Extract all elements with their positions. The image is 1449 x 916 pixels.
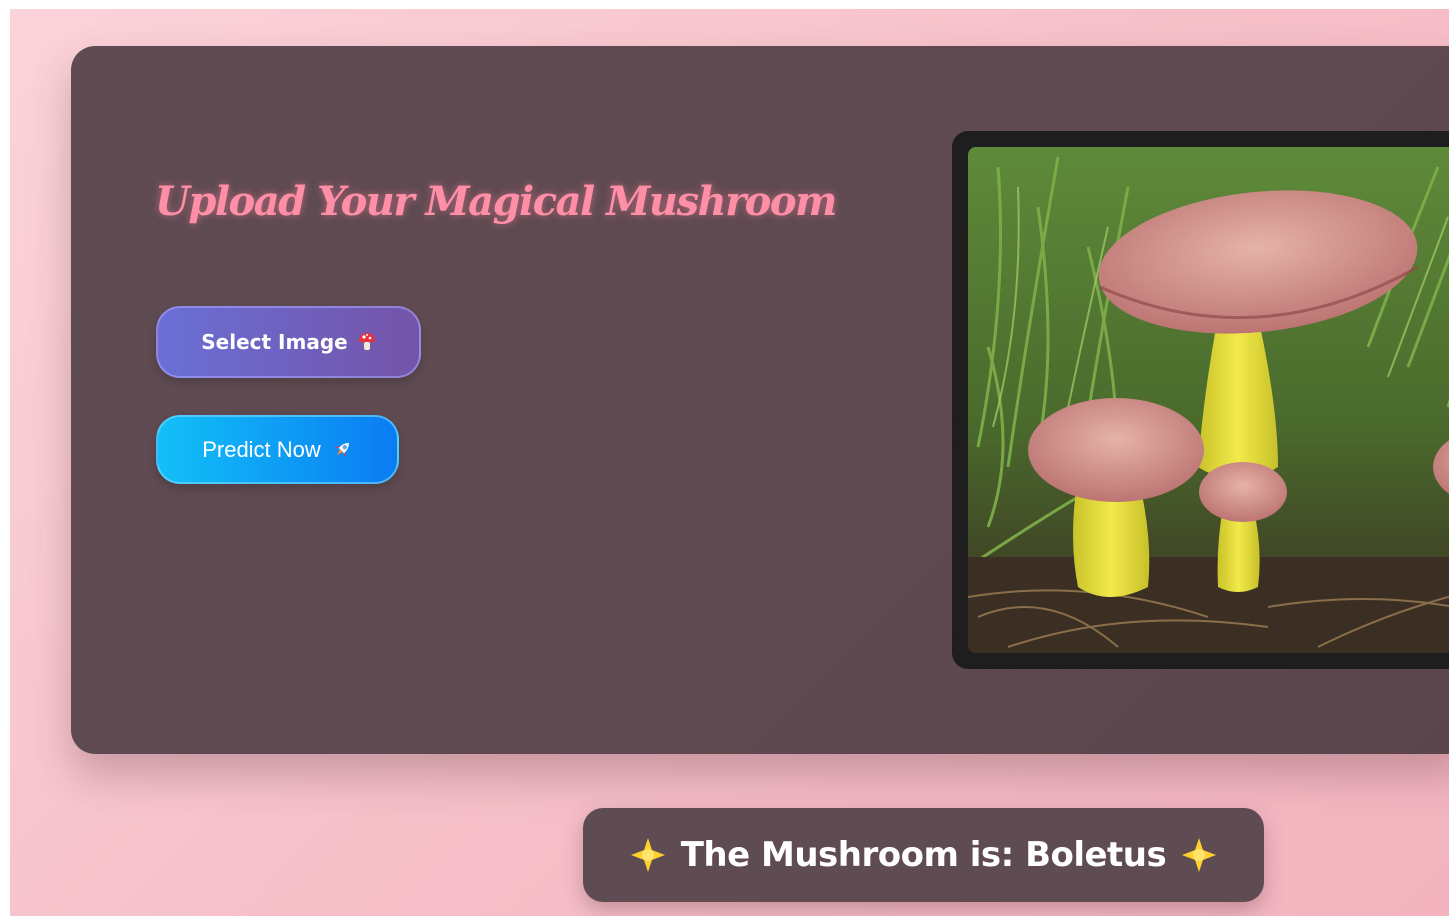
mushroom-photo [968, 147, 1449, 653]
sparkle-icon [629, 836, 667, 874]
sparkle-icon [1180, 836, 1218, 874]
page-title: Upload Your Magical Mushroom [155, 178, 837, 225]
prediction-result: The Mushroom is: Boletus [583, 808, 1264, 902]
image-preview-frame [952, 131, 1449, 669]
mushroom-icon [358, 332, 376, 352]
predict-now-button[interactable]: Predict Now [156, 415, 399, 484]
result-text: The Mushroom is: Boletus [680, 835, 1167, 875]
select-image-button[interactable]: Select Image [156, 306, 421, 378]
rocket-icon [331, 439, 353, 461]
predict-now-label: Predict Now [202, 436, 321, 462]
select-image-label: Select Image [201, 330, 348, 354]
